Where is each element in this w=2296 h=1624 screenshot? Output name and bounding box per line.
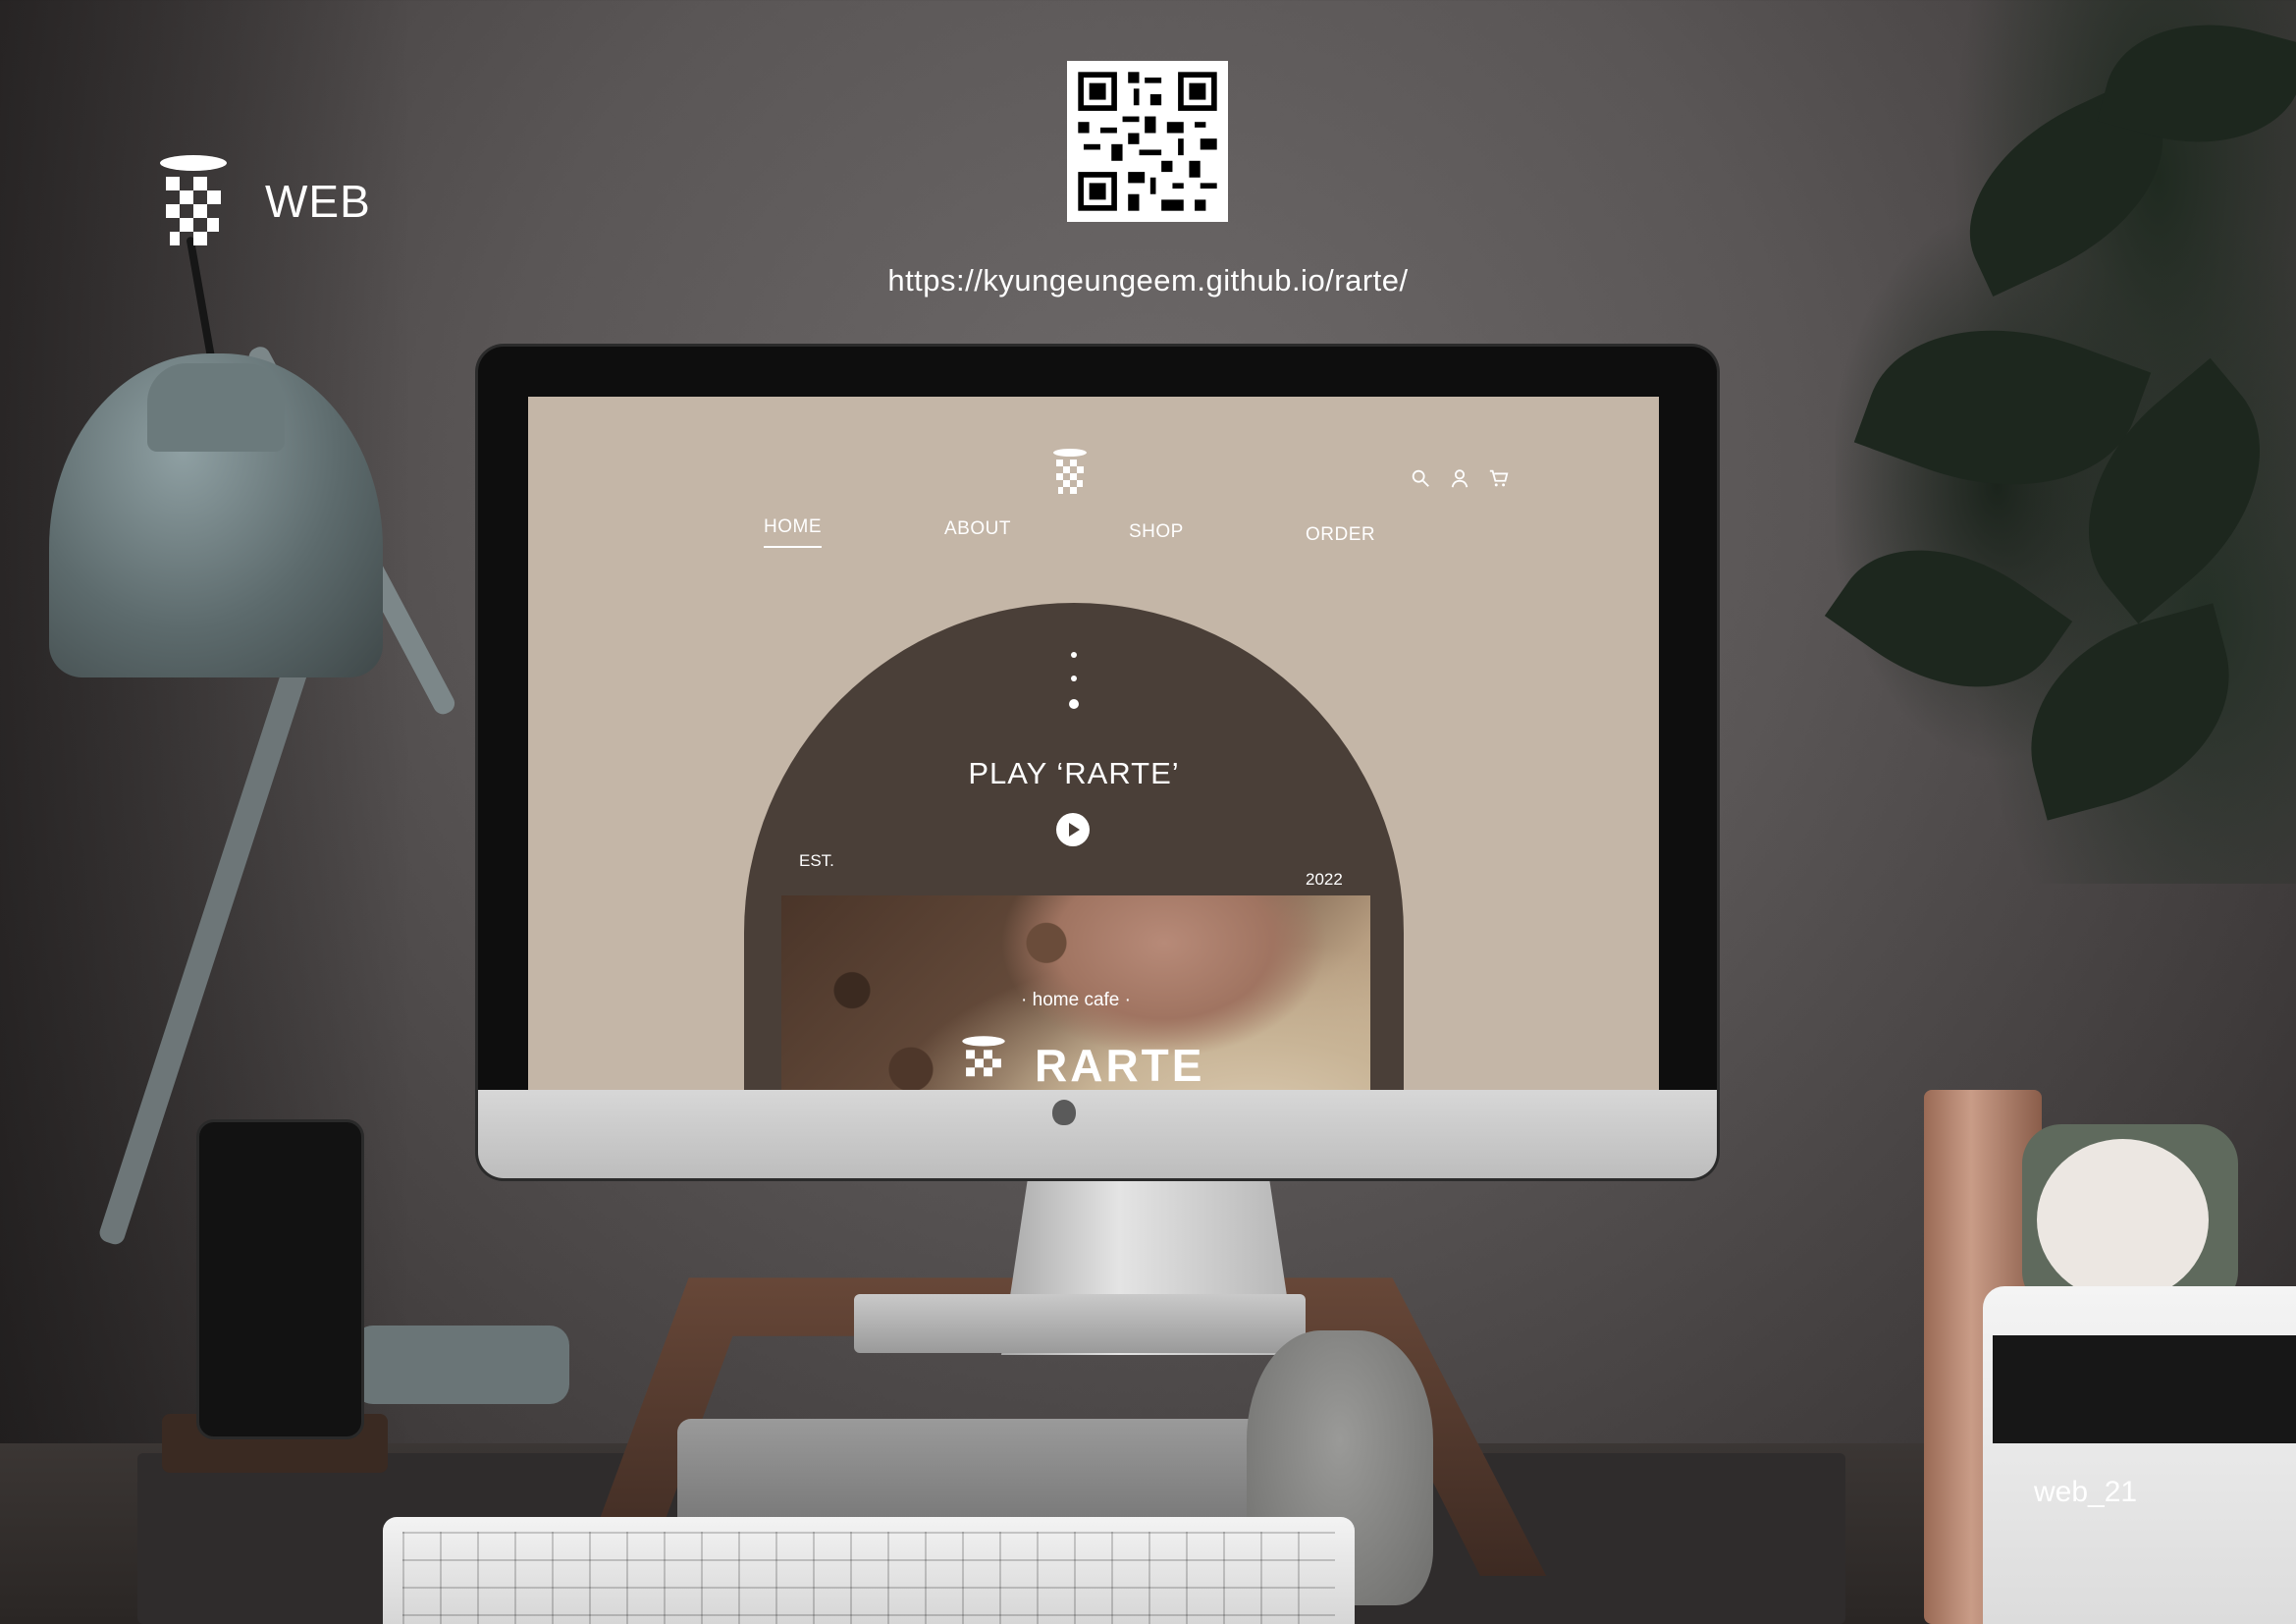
hero-title: PLAY ‘RARTE’ xyxy=(968,756,1180,790)
slide-dot[interactable] xyxy=(1071,676,1077,681)
slide-dot[interactable] xyxy=(1071,652,1077,658)
nav-order[interactable]: ORDER xyxy=(1306,524,1375,546)
slide-dot-active[interactable] xyxy=(1069,699,1079,709)
plant xyxy=(1824,0,2296,884)
est-label: EST. xyxy=(799,851,834,870)
website-screen: HOME ABOUT SHOP ORDER PLAY ‘RARTE’ EST. … xyxy=(528,397,1659,1090)
search-icon[interactable] xyxy=(1410,467,1431,489)
cart-icon[interactable] xyxy=(1488,467,1510,489)
nav-about[interactable]: ABOUT xyxy=(944,518,1011,540)
monitor-chin xyxy=(478,1090,1717,1178)
printer-slot xyxy=(1993,1335,2296,1443)
page-number: web_21 xyxy=(2034,1476,2138,1508)
hero-coffee-photo: · home cafe · RARTE xyxy=(781,895,1370,1090)
hero-tagline: · home cafe · xyxy=(1021,990,1131,1010)
main-nav: HOME ABOUT SHOP ORDER xyxy=(764,516,1451,556)
lamp-shade-top xyxy=(147,363,285,452)
section-label: WEB xyxy=(265,176,371,227)
play-icon[interactable] xyxy=(1056,813,1090,846)
slide-indicator[interactable] xyxy=(1064,652,1084,727)
clock-face xyxy=(2037,1139,2209,1301)
brand-logo-icon xyxy=(962,1036,1005,1077)
keyboard-keys xyxy=(402,1532,1335,1624)
user-icon[interactable] xyxy=(1449,467,1470,489)
hero-arch: PLAY ‘RARTE’ EST. 2022 · home cafe · RAR… xyxy=(744,603,1404,1090)
est-year: 2022 xyxy=(1306,870,1343,889)
qr-code-icon xyxy=(1067,61,1228,222)
header-icons xyxy=(1410,467,1510,489)
site-logo-icon[interactable] xyxy=(1052,448,1088,497)
phone xyxy=(196,1119,364,1439)
rarte-logo-icon xyxy=(160,155,227,245)
nav-home[interactable]: HOME xyxy=(764,516,822,548)
imac-foot xyxy=(854,1294,1306,1353)
brand-wordmark: RARTE xyxy=(1035,1040,1205,1090)
apple-logo-icon xyxy=(1052,1100,1076,1125)
lamp-base xyxy=(353,1326,569,1404)
site-url[interactable]: https://kyungeungeem.github.io/rarte/ xyxy=(0,263,2296,298)
nav-shop[interactable]: SHOP xyxy=(1129,521,1184,543)
